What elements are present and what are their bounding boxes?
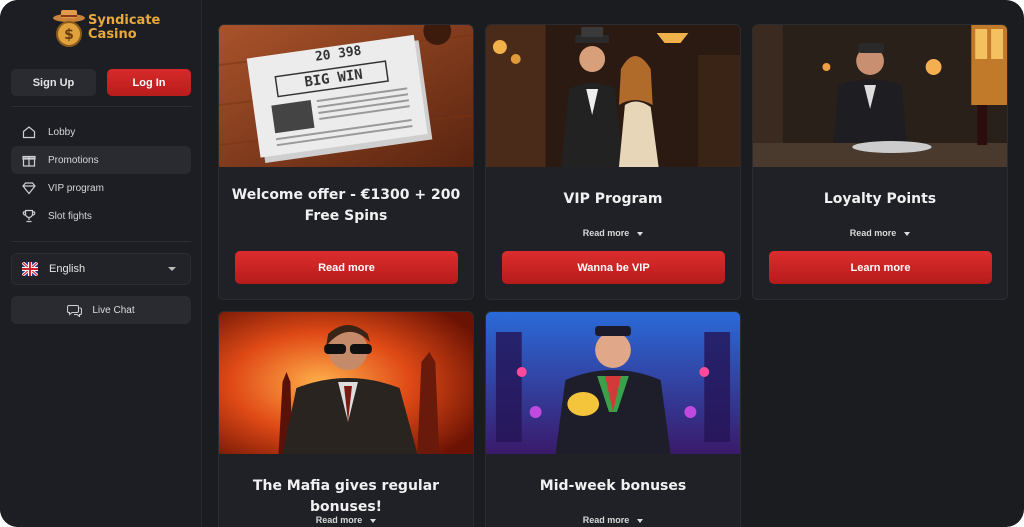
svg-text:$: $ [64, 27, 74, 43]
promo-card-loyalty: Loyalty Points Read more Learn more [752, 24, 1008, 300]
learn-more-button[interactable]: Learn more [769, 251, 992, 284]
sidebar: $ Syndicate Casino Sign Up Log In Lobby … [0, 0, 202, 527]
read-more-label: Read more [582, 228, 630, 238]
mafia-boss-image [219, 312, 473, 454]
language-label: English [49, 263, 86, 275]
sidebar-divider [11, 241, 191, 242]
sidebar-item-vip-program[interactable]: VIP program [11, 174, 191, 202]
sidebar-item-promotions[interactable]: Promotions [11, 146, 191, 174]
logo-line2: Casino [88, 27, 137, 42]
chevron-down-icon [637, 518, 644, 523]
read-more-button[interactable]: Read more [235, 251, 458, 284]
loyalty-gangster-image [753, 25, 1007, 167]
card-title: Loyalty Points [823, 191, 937, 207]
gift-icon [22, 155, 36, 167]
read-more-link[interactable]: Read more [486, 228, 740, 238]
chevron-down-icon [904, 231, 911, 236]
read-more-label: Read more [849, 228, 897, 238]
promo-card-midweek: Mid-week bonuses Read more [485, 311, 741, 527]
chat-icon [67, 304, 83, 317]
vip-couple-image [486, 25, 740, 167]
sidebar-item-label: Promotions [48, 154, 99, 166]
live-chat-label: Live Chat [92, 304, 135, 316]
card-title: Welcome offer - €1300 + 200 Free Spins [231, 187, 461, 224]
language-select[interactable]: English [11, 253, 191, 285]
read-more-link[interactable]: Read more [753, 228, 1007, 238]
sidebar-item-slot-fights[interactable]: Slot fights [11, 202, 191, 230]
promo-card-welcome: 20 398 BIG WIN Welcome offer - €1300 + 2… [218, 24, 474, 300]
logo-line1: Syndicate [88, 13, 161, 28]
sidebar-nav: Lobby Promotions VIP program Slot fights [11, 118, 191, 230]
app-frame: $ Syndicate Casino Sign Up Log In Lobby … [0, 0, 1024, 527]
wanna-be-vip-button[interactable]: Wanna be VIP [502, 251, 725, 284]
logo-mascot-icon: $ [53, 10, 85, 47]
live-chat-button[interactable]: Live Chat [11, 296, 191, 324]
read-more-label: Read more [582, 515, 630, 525]
log-in-button[interactable]: Log In [107, 69, 191, 96]
read-more-label: Read more [315, 515, 363, 525]
card-title: The Mafia gives regular bonuses! [252, 478, 440, 515]
promo-card-mafia: The Mafia gives regular bonuses! Read mo… [218, 311, 474, 527]
card-title: Mid-week bonuses [539, 478, 687, 494]
chevron-down-icon [637, 231, 644, 236]
home-icon [22, 126, 36, 139]
casino-logo[interactable]: $ Syndicate Casino [52, 8, 160, 50]
diamond-icon [22, 182, 36, 195]
read-more-link[interactable]: Read more [486, 515, 740, 525]
read-more-link[interactable]: Read more [219, 515, 473, 525]
trophy-icon [22, 209, 36, 223]
chevron-down-icon [168, 267, 176, 271]
sidebar-item-label: Slot fights [48, 210, 92, 222]
sidebar-item-label: VIP program [48, 182, 104, 194]
sidebar-divider [11, 106, 191, 107]
sign-up-button[interactable]: Sign Up [11, 69, 96, 96]
chevron-down-icon [370, 518, 377, 523]
auth-buttons: Sign Up Log In [11, 69, 191, 96]
uk-flag-icon [22, 262, 38, 276]
sidebar-item-label: Lobby [48, 126, 76, 138]
newspaper-big-win-image: 20 398 BIG WIN [219, 25, 473, 167]
sidebar-item-lobby[interactable]: Lobby [11, 118, 191, 146]
card-title: VIP Program [563, 191, 663, 207]
promo-card-vip: VIP Program Read more Wanna be VIP [485, 24, 741, 300]
midweek-bonus-image [486, 312, 740, 454]
